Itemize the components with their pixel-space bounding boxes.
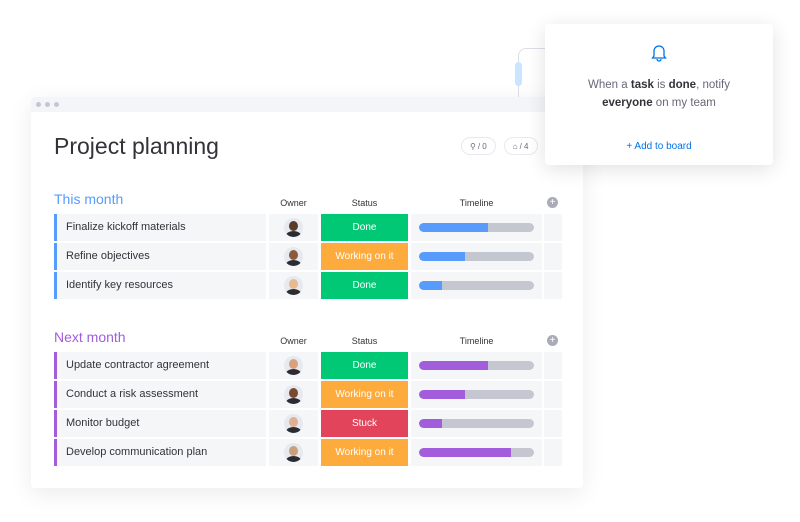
item-name[interactable]: Conduct a risk assessment bbox=[54, 381, 266, 408]
integration-icon: ⌂ bbox=[512, 141, 518, 151]
status-badge[interactable]: Working on it bbox=[321, 439, 408, 466]
owner-cell[interactable] bbox=[269, 381, 318, 408]
board-window: Project planning ⚲/ 0 ⌂/ 4 This month Ow… bbox=[31, 97, 583, 488]
empty-cell bbox=[544, 352, 562, 379]
item-name[interactable]: Identify key resources bbox=[54, 272, 266, 299]
item-name[interactable]: Refine objectives bbox=[54, 243, 266, 270]
connector-line bbox=[518, 48, 548, 98]
automation-icon: ⚲ bbox=[470, 141, 476, 151]
status-badge[interactable]: Working on it bbox=[321, 243, 408, 270]
timeline-bar bbox=[419, 223, 534, 232]
item-name[interactable]: Finalize kickoff materials bbox=[54, 214, 266, 241]
item-name[interactable]: Monitor budget bbox=[54, 410, 266, 437]
table-row[interactable]: Identify key resources Done bbox=[54, 272, 564, 299]
status-badge[interactable]: Stuck bbox=[321, 410, 408, 437]
status-badge[interactable]: Done bbox=[321, 272, 408, 299]
timeline-cell[interactable] bbox=[411, 410, 542, 437]
timeline-fill bbox=[419, 361, 488, 370]
avatar bbox=[284, 218, 303, 237]
column-header-timeline[interactable]: Timeline bbox=[411, 336, 542, 346]
avatar bbox=[284, 443, 303, 462]
owner-cell[interactable] bbox=[269, 352, 318, 379]
avatar bbox=[284, 356, 303, 375]
timeline-bar bbox=[419, 361, 534, 370]
avatar bbox=[284, 385, 303, 404]
timeline-cell[interactable] bbox=[411, 243, 542, 270]
status-badge[interactable]: Done bbox=[321, 352, 408, 379]
timeline-cell[interactable] bbox=[411, 381, 542, 408]
timeline-fill bbox=[419, 419, 442, 428]
item-name[interactable]: Update contractor agreement bbox=[54, 352, 266, 379]
empty-cell bbox=[544, 439, 562, 466]
column-header-status[interactable]: Status bbox=[321, 198, 408, 208]
group-title[interactable]: Next month bbox=[54, 329, 126, 345]
owner-cell[interactable] bbox=[269, 410, 318, 437]
timeline-fill bbox=[419, 390, 465, 399]
automations-button[interactable]: ⚲/ 0 bbox=[461, 137, 496, 155]
timeline-bar bbox=[419, 448, 534, 457]
empty-cell bbox=[544, 381, 562, 408]
bell-icon bbox=[651, 45, 667, 62]
table-row[interactable]: Finalize kickoff materials Done bbox=[54, 214, 564, 241]
table-row[interactable]: Monitor budget Stuck bbox=[54, 410, 564, 437]
timeline-bar bbox=[419, 390, 534, 399]
table-row[interactable]: Conduct a risk assessment Working on it bbox=[54, 381, 564, 408]
owner-cell[interactable] bbox=[269, 272, 318, 299]
owner-cell[interactable] bbox=[269, 243, 318, 270]
timeline-cell[interactable] bbox=[411, 272, 542, 299]
table-row[interactable]: Update contractor agreement Done bbox=[54, 352, 564, 379]
owner-cell[interactable] bbox=[269, 439, 318, 466]
timeline-fill bbox=[419, 448, 511, 457]
automation-card: When a task is done, notify everyone on m… bbox=[545, 24, 773, 165]
add-column-icon[interactable]: + bbox=[547, 335, 558, 346]
board-title: Project planning bbox=[54, 133, 219, 159]
avatar bbox=[284, 276, 303, 295]
add-column-icon[interactable]: + bbox=[547, 197, 558, 208]
timeline-fill bbox=[419, 281, 442, 290]
window-titlebar bbox=[31, 97, 583, 112]
column-header-status[interactable]: Status bbox=[321, 336, 408, 346]
timeline-bar bbox=[419, 281, 534, 290]
connector-plug bbox=[515, 62, 522, 86]
timeline-cell[interactable] bbox=[411, 439, 542, 466]
empty-cell bbox=[544, 272, 562, 299]
item-name[interactable]: Develop communication plan bbox=[54, 439, 266, 466]
empty-cell bbox=[544, 243, 562, 270]
column-header-owner[interactable]: Owner bbox=[269, 198, 318, 208]
table-row[interactable]: Develop communication plan Working on it bbox=[54, 439, 564, 466]
group-title[interactable]: This month bbox=[54, 191, 123, 207]
integrations-button[interactable]: ⌂/ 4 bbox=[503, 137, 538, 155]
group-1: Next month Owner Status Timeline + Updat… bbox=[54, 328, 564, 468]
window-dot bbox=[54, 102, 59, 107]
window-dot bbox=[45, 102, 50, 107]
add-to-board-button[interactable]: + Add to board bbox=[545, 141, 773, 152]
timeline-cell[interactable] bbox=[411, 214, 542, 241]
table-row[interactable]: Refine objectives Working on it bbox=[54, 243, 564, 270]
status-badge[interactable]: Done bbox=[321, 214, 408, 241]
timeline-bar bbox=[419, 419, 534, 428]
avatar bbox=[284, 414, 303, 433]
owner-cell[interactable] bbox=[269, 214, 318, 241]
timeline-cell[interactable] bbox=[411, 352, 542, 379]
automation-recipe: When a task is done, notify everyone on m… bbox=[588, 79, 730, 109]
column-header-owner[interactable]: Owner bbox=[269, 336, 318, 346]
timeline-fill bbox=[419, 252, 465, 261]
group-0: This month Owner Status Timeline + Final… bbox=[54, 190, 564, 301]
status-badge[interactable]: Working on it bbox=[321, 381, 408, 408]
empty-cell bbox=[544, 410, 562, 437]
empty-cell bbox=[544, 214, 562, 241]
column-header-timeline[interactable]: Timeline bbox=[411, 198, 542, 208]
window-dot bbox=[36, 102, 41, 107]
timeline-bar bbox=[419, 252, 534, 261]
avatar bbox=[284, 247, 303, 266]
timeline-fill bbox=[419, 223, 488, 232]
